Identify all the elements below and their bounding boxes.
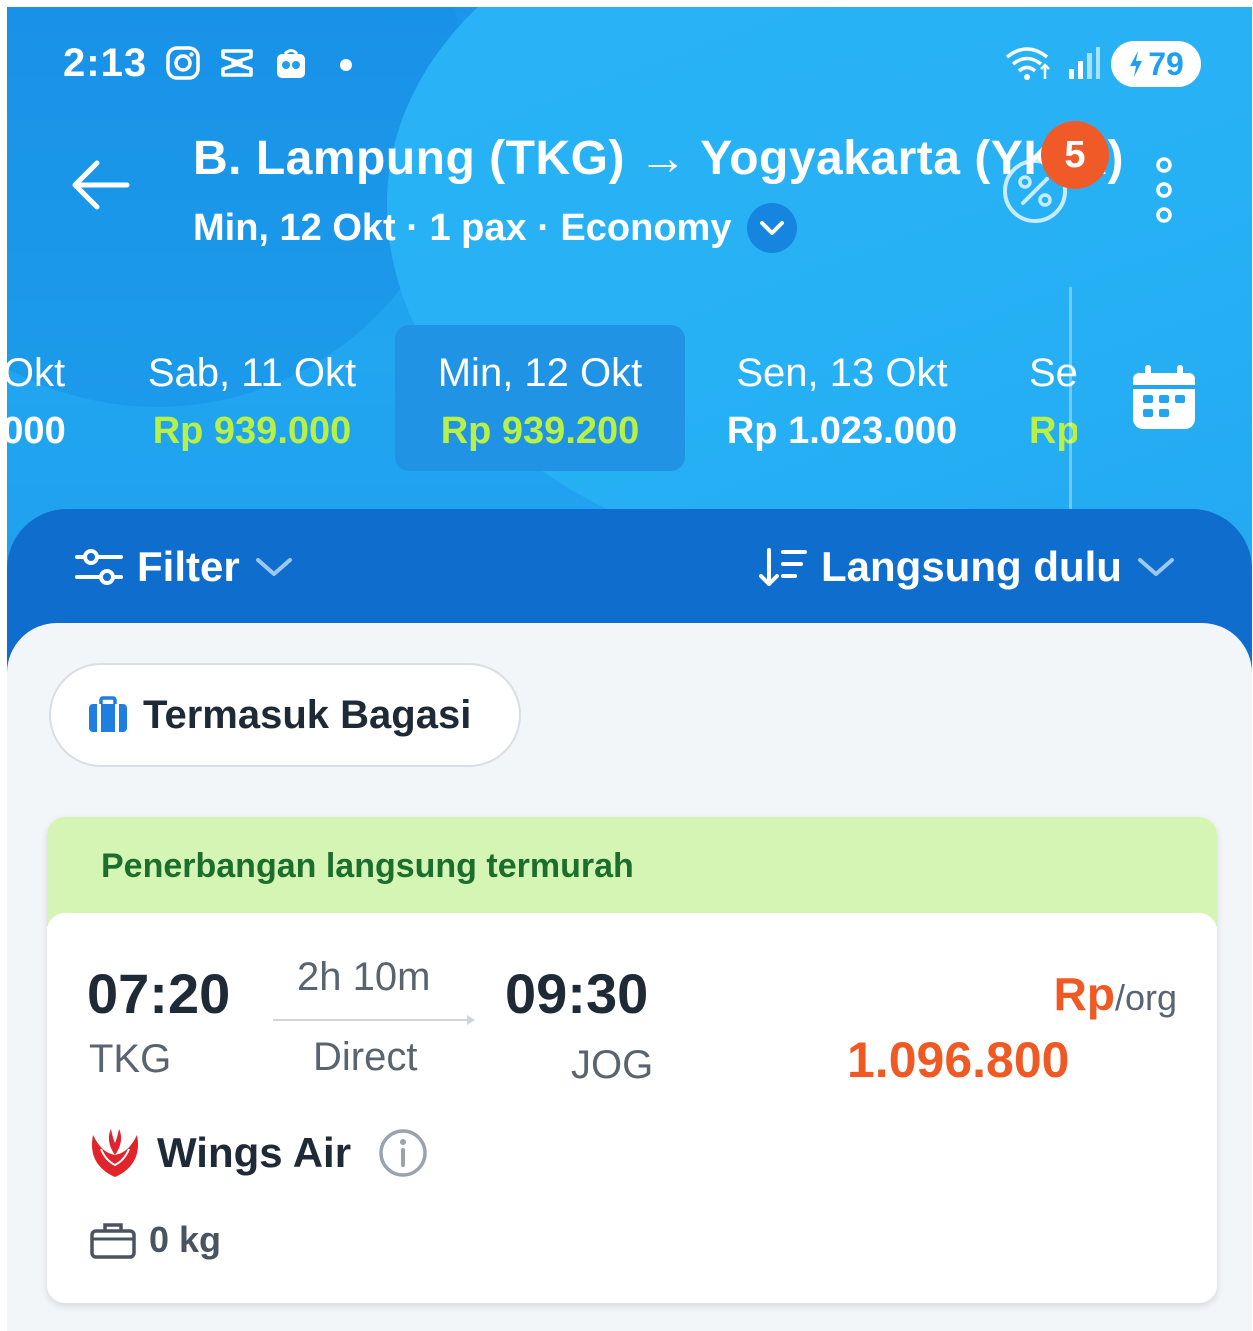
date-price: Rp 939.000 [152, 410, 352, 452]
filter-label: Filter [137, 543, 240, 590]
route-title[interactable]: B. Lampung (TKG) → Yogyakarta (YKIA) [193, 131, 1124, 186]
destination-code: JOG [571, 1043, 654, 1087]
calendar-icon[interactable] [1129, 363, 1199, 433]
trip-details: Min, 12 Okt · 1 pax · Economy [193, 206, 732, 249]
filter-button[interactable]: Filter [75, 537, 294, 597]
battery-level: 79 [1148, 45, 1184, 82]
status-bar: 2:13 79 [7, 37, 1252, 97]
price-unit: /org [1114, 977, 1177, 1018]
airline-name: Wings Air [157, 1129, 352, 1176]
sort-label: Langsung dulu [821, 543, 1122, 590]
price-currency: Rp/org [1054, 967, 1177, 1021]
wifi-icon [1005, 47, 1050, 80]
more-options-icon[interactable] [1149, 155, 1179, 225]
sort-button[interactable]: Langsung dulu [759, 537, 1176, 597]
baggage-allowance: 0 kg [149, 1219, 222, 1260]
chevron-down-icon[interactable] [747, 203, 798, 253]
baggage-included-chip[interactable]: Termasuk Bagasi [49, 663, 521, 767]
flight-price: 1.096.800 [847, 1032, 1070, 1088]
flight-details: 07:20 2h 10m 09:30 TKG Direct JOG Rp/org… [47, 913, 1217, 1303]
chevron-down-icon [255, 558, 292, 576]
date-selector: Okt 000 Sab, 11 Okt Rp 939.000 Min, 12 O… [7, 325, 1077, 475]
back-arrow-icon[interactable] [69, 157, 131, 213]
info-icon[interactable] [377, 1127, 429, 1179]
notification-dot [340, 59, 352, 71]
filter-sliders-icon [75, 549, 123, 585]
status-time: 2:13 [63, 41, 148, 85]
chip-label: Termasuk Bagasi [143, 692, 472, 737]
flight-type: Direct [313, 1035, 418, 1079]
promo-count-badge: 5 [1041, 121, 1109, 189]
date-price: 000 [7, 410, 66, 452]
baggage-icon [90, 1223, 136, 1259]
route-subtitle[interactable]: Min, 12 Okt · 1 pax · Economy [193, 203, 798, 253]
date-label: Okt [7, 351, 66, 395]
date-label: Min, 12 Okt [437, 351, 643, 395]
origin-code: TKG [89, 1037, 172, 1081]
baggage-row: 0 kg [89, 1219, 221, 1261]
signal-icon [1069, 47, 1100, 79]
date-tab-sun-12[interactable]: Min, 12 Okt Rp 939.200 [395, 325, 685, 471]
date-label: Sen, 13 Okt [736, 351, 948, 395]
app-icon [277, 49, 305, 78]
capcut-icon [221, 49, 253, 77]
chevron-down-icon [1137, 558, 1174, 576]
currency-symbol: Rp [1053, 968, 1115, 1020]
cheapest-direct-banner: Penerbangan langsung termurah [47, 817, 1217, 927]
date-price: Rp 939.200 [440, 410, 640, 452]
sort-icon [759, 548, 807, 586]
charging-icon [1130, 51, 1143, 77]
airline-row: Wings Air [87, 1125, 429, 1181]
date-tab-mon-13[interactable]: Sen, 13 Okt Rp 1.023.000 [717, 325, 967, 471]
date-tab-prev[interactable]: Okt 000 [7, 325, 99, 471]
date-price: Rp 1.023.000 [726, 410, 958, 452]
date-label: Sab, 11 Okt [147, 351, 357, 395]
duration-line [273, 1015, 475, 1025]
instagram-icon [166, 46, 200, 80]
flight-duration: 2h 10m [297, 955, 431, 999]
app-screen: 2:13 79 B. Lampung (TKG) → Yogyakarta (Y… [7, 7, 1252, 1331]
date-strip-divider [1069, 287, 1072, 517]
date-tab-sat-11[interactable]: Sab, 11 Okt Rp 939.000 [137, 325, 367, 471]
luggage-icon [89, 696, 127, 732]
departure-time: 07:20 [87, 962, 231, 1025]
arrival-time: 09:30 [505, 962, 649, 1025]
flight-result-card[interactable]: Penerbangan langsung termurah 07:20 2h 1… [47, 817, 1217, 1303]
wings-air-logo-icon [91, 1129, 139, 1177]
battery-indicator: 79 [1111, 41, 1201, 87]
